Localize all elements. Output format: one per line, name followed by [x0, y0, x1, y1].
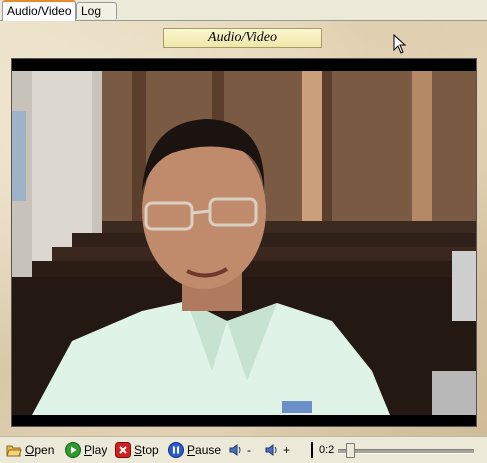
stop-button[interactable]: Stop — [115, 441, 159, 459]
play-button[interactable]: Play — [65, 441, 107, 459]
mouse-cursor-icon — [393, 34, 407, 54]
tab-audio-video[interactable]: Audio/Video — [2, 0, 76, 21]
playback-toolbar: Open Play Stop Pause - + 0:2 — [0, 436, 487, 463]
folder-open-icon — [6, 442, 22, 458]
tab-label: Log — [81, 4, 102, 18]
pause-button[interactable]: Pause — [168, 441, 221, 459]
stop-label: Stop — [134, 443, 159, 457]
section-title: Audio/Video — [163, 28, 322, 48]
toolbar-separator — [311, 442, 313, 458]
video-frame — [12, 71, 476, 415]
tab-label: Audio/Video — [7, 4, 72, 18]
video-image — [12, 71, 476, 415]
pause-label: Pause — [187, 443, 222, 457]
video-player[interactable] — [11, 58, 477, 427]
seek-slider-thumb[interactable] — [345, 443, 355, 458]
tab-log[interactable]: Log — [76, 2, 117, 19]
open-label: Open — [25, 443, 55, 457]
volume-up-button[interactable]: + — [264, 441, 290, 459]
tab-bar: Audio/Video Log — [0, 0, 487, 21]
time-display: 0:2 — [319, 444, 335, 456]
speaker-icon — [228, 442, 244, 458]
pause-icon — [168, 442, 184, 458]
stop-icon — [115, 442, 131, 458]
speaker-icon — [264, 442, 280, 458]
play-label: Play — [84, 443, 108, 457]
play-icon — [65, 442, 81, 458]
volume-down-label: - — [247, 443, 251, 457]
open-button[interactable]: Open — [6, 441, 54, 459]
seek-track[interactable] — [338, 449, 474, 454]
volume-up-label: + — [283, 443, 291, 457]
volume-down-button[interactable]: - — [228, 441, 251, 459]
